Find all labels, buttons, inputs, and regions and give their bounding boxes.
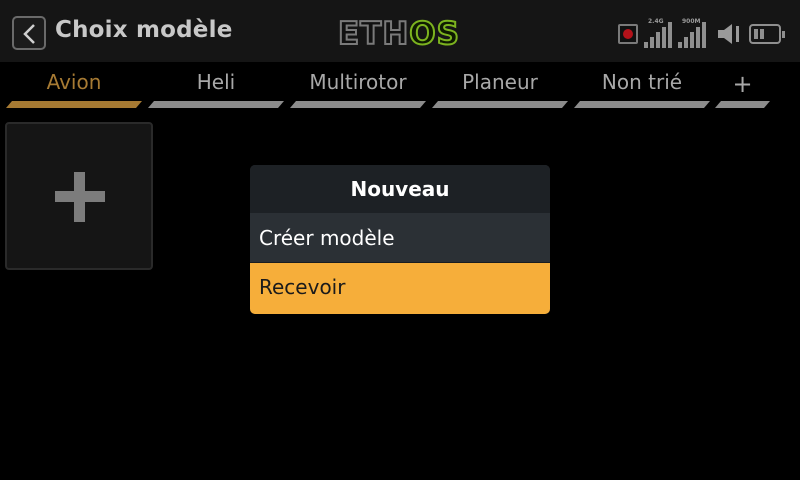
- new-model-tile[interactable]: [5, 122, 153, 270]
- tab-label: Non trié: [601, 70, 683, 94]
- tab-avion[interactable]: Avion: [6, 62, 142, 112]
- plus-icon: [55, 172, 105, 222]
- tab-planeur[interactable]: Planeur: [432, 62, 568, 112]
- tab-multirotor[interactable]: Multirotor: [290, 62, 426, 112]
- page-title: Choix modèle: [55, 17, 233, 43]
- signal-24g-label: 2.4G: [648, 18, 664, 25]
- menu-item-create-model[interactable]: Créer modèle: [250, 213, 550, 263]
- add-category-icon: +: [732, 70, 753, 98]
- tab-label: Avion: [46, 70, 102, 94]
- category-tabs: Avion Heli Multirotor Planeur Non trié +: [0, 62, 800, 112]
- tab-heli[interactable]: Heli: [148, 62, 284, 112]
- tab-underline: [290, 101, 426, 108]
- tab-label: Heli: [196, 70, 236, 94]
- tab-label: Multirotor: [309, 70, 407, 94]
- tab-underline: [715, 101, 770, 108]
- status-icons: 2.4G 900M: [616, 18, 788, 50]
- screen: Choix modèle ETHOS 2.4G 900M Avion Heli …: [0, 0, 800, 480]
- battery-icon: [749, 24, 785, 44]
- tab-underline: [432, 101, 568, 108]
- dialog-title: Nouveau: [250, 165, 550, 213]
- logo-part-eth: ETH: [337, 15, 410, 53]
- logo-part-os: OS: [408, 15, 460, 53]
- header-bar: Choix modèle ETHOS 2.4G 900M: [0, 0, 800, 62]
- ethos-logo: ETHOS: [337, 15, 460, 53]
- tab-underline: [6, 101, 142, 108]
- signal-900m-icon: 900M: [678, 18, 708, 48]
- signal-24g-icon: 2.4G: [644, 18, 674, 48]
- record-icon: [618, 24, 638, 44]
- chevron-left-icon: [23, 24, 35, 44]
- menu-item-receive[interactable]: Recevoir: [250, 263, 550, 314]
- tab-underline: [574, 101, 710, 108]
- tab-add-category[interactable]: +: [715, 62, 770, 112]
- signal-900m-label: 900M: [682, 18, 701, 25]
- tab-non-trie[interactable]: Non trié: [574, 62, 710, 112]
- tab-label: Planeur: [462, 70, 538, 94]
- new-model-dialog: Nouveau Créer modèle Recevoir: [250, 165, 550, 314]
- back-button[interactable]: [12, 16, 46, 50]
- speaker-icon[interactable]: [716, 22, 744, 46]
- tab-underline: [148, 101, 284, 108]
